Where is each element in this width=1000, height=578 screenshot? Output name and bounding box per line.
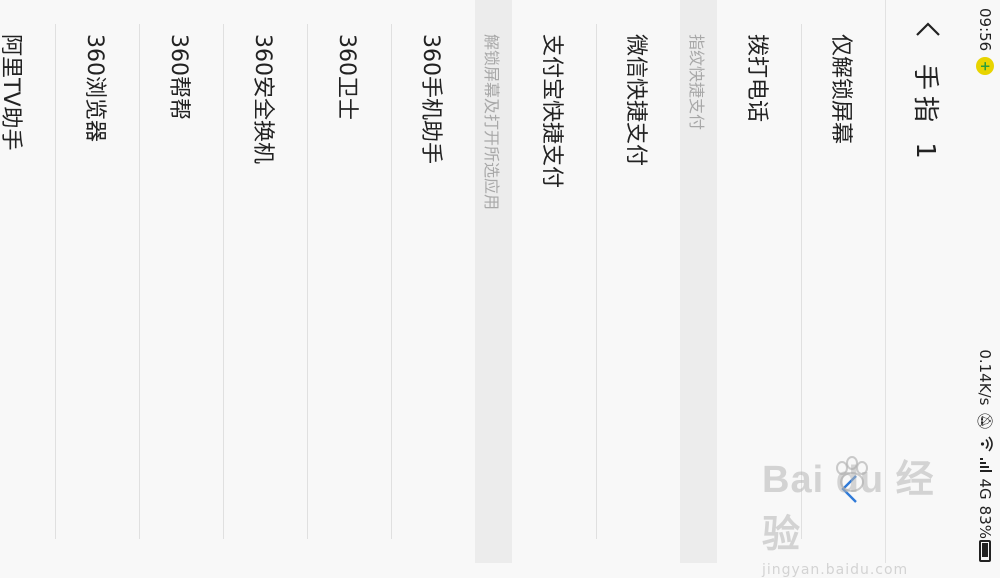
option-app-ali-tv[interactable]: 阿里TV助手 <box>0 0 55 563</box>
section-header-unlock-open-app: 解锁屏幕及打开所选应用 <box>475 0 512 563</box>
option-alipay[interactable]: 支付宝快捷支付 <box>512 0 596 563</box>
option-label: 360卫士 <box>334 34 359 120</box>
notification-icon: + <box>976 57 994 76</box>
status-net-speed: 0.14K/s <box>976 349 994 406</box>
signal-icon <box>976 458 994 473</box>
header: 手指 1 <box>885 0 970 563</box>
option-wechat-pay[interactable]: 微信快捷支付 <box>596 0 680 563</box>
status-time: 09:56 <box>976 8 994 52</box>
wifi-icon <box>976 436 994 453</box>
option-app-360-assistant[interactable]: 360手机助手 <box>391 0 475 563</box>
watermark-url: jingyan.baidu.com <box>762 562 909 578</box>
option-app-360-transfer[interactable]: 360安全换机 <box>223 0 307 563</box>
option-label: 360安全换机 <box>250 34 275 164</box>
checkmark-icon <box>841 475 857 503</box>
section-header-fingerprint-pay: 指纹快捷支付 <box>680 0 717 563</box>
option-app-360-bangbang[interactable]: 360帮帮 <box>139 0 223 563</box>
network-type: 4G <box>976 478 994 500</box>
option-label: 360手机助手 <box>418 34 443 164</box>
option-label: 拨打电话 <box>744 34 769 123</box>
battery-icon <box>979 540 991 562</box>
option-label: 微信快捷支付 <box>623 34 648 167</box>
back-button[interactable] <box>886 0 970 58</box>
battery-percent: 83% <box>976 505 994 539</box>
option-app-360-browser[interactable]: 360浏览器 <box>55 0 139 563</box>
section-label: 解锁屏幕及打开所选应用 <box>482 34 502 211</box>
option-label: 支付宝快捷支付 <box>539 34 564 189</box>
status-bar: 09:56 + 0.14K/s 🔕︎ 4G 83% <box>970 0 1000 563</box>
option-label: 仅解锁屏幕 <box>828 34 853 145</box>
option-label: 360浏览器 <box>82 34 107 142</box>
option-label: 阿里TV助手 <box>0 34 23 151</box>
mute-icon: 🔕︎ <box>976 411 994 431</box>
section-label: 指纹快捷支付 <box>687 34 707 131</box>
option-make-call[interactable]: 拨打电话 <box>717 0 801 563</box>
chevron-left-icon <box>916 22 940 36</box>
page-title: 手指 1 <box>910 64 941 165</box>
option-app-360-guard[interactable]: 360卫士 <box>307 0 391 563</box>
option-label: 360帮帮 <box>166 34 191 120</box>
